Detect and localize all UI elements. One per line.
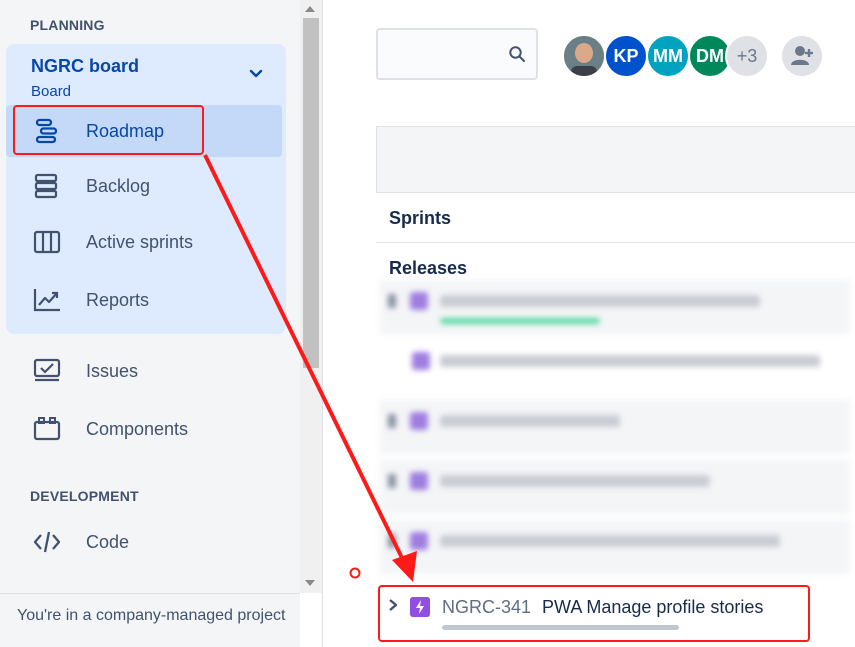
add-people-button[interactable]	[780, 34, 824, 78]
sidebar-item-label: Active sprints	[86, 231, 194, 252]
search-input[interactable]	[386, 42, 500, 61]
sidebar-item-label: Components	[86, 418, 189, 439]
blurred-issue-row	[380, 400, 850, 454]
scroll-down-icon[interactable]	[305, 580, 315, 586]
reports-icon	[33, 289, 60, 312]
panel-divider	[322, 0, 323, 647]
more-avatars-button[interactable]: +3	[725, 34, 769, 78]
sidebar-item-backlog[interactable]: Backlog	[6, 160, 282, 212]
board-subtitle: Board	[31, 83, 72, 100]
row-divider	[376, 242, 855, 243]
sidebar-item-label: Reports	[86, 289, 150, 310]
avatar[interactable]	[562, 34, 606, 78]
sidebar-item-label: Backlog	[86, 175, 151, 196]
components-icon	[33, 417, 61, 441]
footer-divider	[0, 593, 300, 594]
sidebar-item-label: Issues	[86, 360, 139, 381]
annotation-box-roadmap	[13, 105, 204, 155]
avatar-initials: MM	[653, 45, 683, 66]
project-type-footer: You're in a company-managed project	[17, 607, 286, 624]
blurred-issue-row	[380, 280, 850, 334]
sidebar-item-code[interactable]: Code	[6, 516, 282, 568]
board-title: NGRC board	[31, 56, 139, 76]
sidebar: PLANNING NGRC board Board Roadmap Backlo…	[0, 0, 300, 647]
blurred-issue-row	[380, 340, 850, 394]
backlog-icon	[34, 173, 58, 199]
code-icon	[33, 531, 61, 553]
sidebar-item-issues[interactable]: Issues	[6, 345, 282, 397]
sidebar-scrollbar-thumb[interactable]	[303, 18, 319, 368]
sidebar-item-label: Code	[86, 531, 130, 552]
sprints-row-label: Sprints	[389, 208, 452, 228]
planning-heading: PLANNING	[30, 17, 105, 33]
chevron-down-icon[interactable]	[248, 66, 264, 82]
avatar-initials: +3	[736, 45, 758, 66]
search-icon	[509, 46, 525, 62]
scroll-up-icon[interactable]	[305, 6, 315, 12]
blurred-issue-row	[380, 460, 850, 514]
sidebar-item-components[interactable]: Components	[6, 403, 282, 455]
releases-row-label: Releases	[389, 258, 468, 278]
blurred-issue-row	[380, 520, 850, 574]
roadmap-header	[376, 126, 855, 192]
development-heading: DEVELOPMENT	[30, 488, 139, 504]
avatar-initials: KP	[613, 45, 639, 66]
add-person-icon	[791, 46, 813, 65]
issues-icon	[33, 358, 61, 382]
avatar-initials: DM	[696, 45, 724, 66]
sidebar-item-active-sprints[interactable]: Active sprints	[6, 216, 282, 268]
search-field[interactable]	[376, 28, 538, 80]
active-sprints-icon	[33, 230, 61, 254]
row-divider	[376, 192, 855, 193]
user-photo-avatar	[564, 36, 604, 76]
annotation-box-issue	[378, 585, 810, 642]
avatar[interactable]: MM	[646, 34, 690, 78]
avatar[interactable]: KP	[604, 34, 648, 78]
sidebar-item-reports[interactable]: Reports	[6, 274, 282, 326]
